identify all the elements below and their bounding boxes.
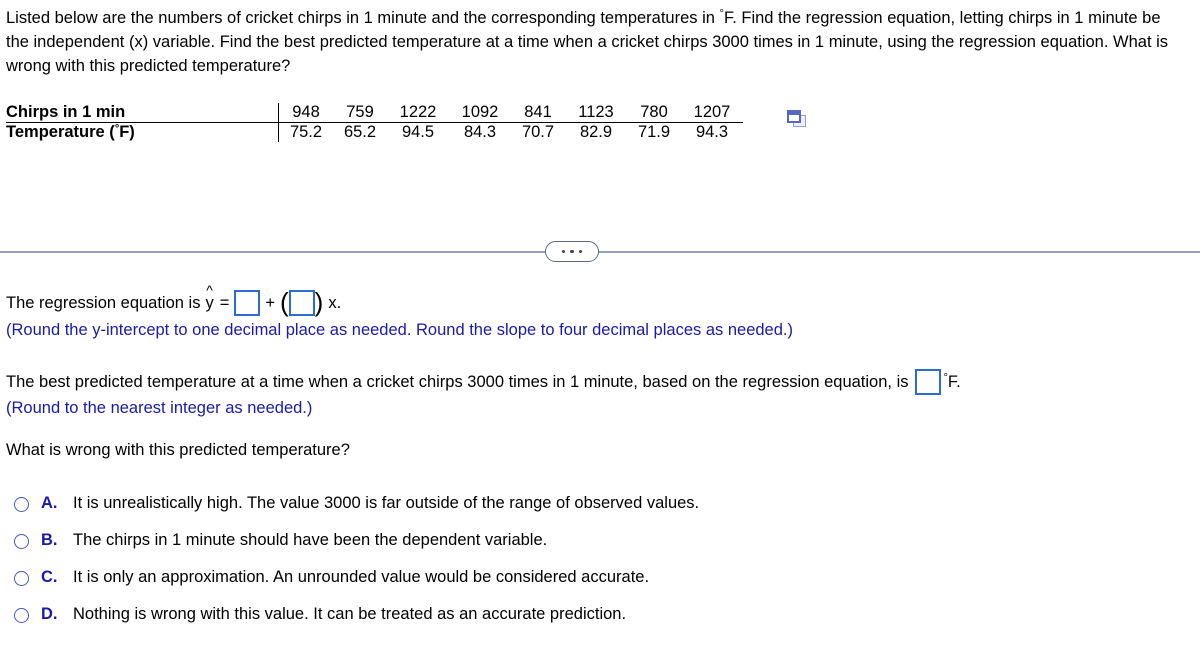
prediction-text: The best predicted temperature at a time… xyxy=(6,372,909,391)
question-page: Listed below are the numbers of cricket … xyxy=(0,0,1200,650)
cell-chirps-1: 759 xyxy=(333,103,387,123)
degree-fahrenheit-unit: °F. xyxy=(944,372,961,392)
data-table-container: Chirps in 1 min 948 759 1222 1092 841 11… xyxy=(6,103,826,142)
cell-chirps-3: 1092 xyxy=(449,103,511,123)
ellipsis-icon[interactable] xyxy=(545,241,599,262)
cell-temp-1: 65.2 xyxy=(343,123,377,141)
ellipsis-dot-1 xyxy=(561,249,566,254)
cell-chirps-0: 948 xyxy=(278,103,333,123)
table-row-temperature: Temperature (°F) 75.2 65.2 94.5 84.3 70.… xyxy=(6,122,743,142)
cell-temp-3: 84.3 xyxy=(463,123,497,141)
answer-options: A. It is unrealistically high. The value… xyxy=(14,494,1114,642)
rounding-hint-equation: (Round the y-intercept to one decimal pl… xyxy=(6,321,793,339)
cell-temp-7: 94.3 xyxy=(695,123,729,141)
cell-temp-0: 75.2 xyxy=(289,123,323,141)
option-letter-c: C. xyxy=(41,568,58,586)
cell-chirps-7: 1207 xyxy=(681,103,743,123)
problem-statement: Listed below are the numbers of cricket … xyxy=(6,6,1186,78)
y-hat-symbol: ^ y xyxy=(204,283,214,313)
equation-prefix: The regression equation is xyxy=(6,293,201,312)
cell-temp-2: 94.5 xyxy=(401,123,435,141)
option-text-a: It is unrealistically high. The value 30… xyxy=(73,494,700,512)
cell-temp-5: 82.9 xyxy=(579,123,613,141)
temperature-label-suffix: F) xyxy=(119,123,135,141)
radio-button-b[interactable] xyxy=(14,534,29,549)
rounding-hint-prediction: (Round to the nearest integer as needed.… xyxy=(6,399,313,417)
temperature-label-prefix: Temperature ( xyxy=(6,123,115,141)
radio-button-d[interactable] xyxy=(14,608,29,623)
copy-icon-front-sheet xyxy=(787,110,801,123)
option-d[interactable]: D. Nothing is wrong with this value. It … xyxy=(14,605,1114,642)
ellipsis-dot-3 xyxy=(578,249,583,254)
cell-chirps-6: 780 xyxy=(627,103,681,123)
row-label-temperature: Temperature (°F) xyxy=(6,122,279,142)
predicted-temperature-line: The best predicted temperature at a time… xyxy=(6,369,961,395)
option-letter-b: B. xyxy=(41,531,58,549)
cell-chirps-2: 1222 xyxy=(387,103,449,123)
table-row-chirps: Chirps in 1 min 948 759 1222 1092 841 11… xyxy=(6,103,743,123)
radio-button-a[interactable] xyxy=(14,497,29,512)
ellipsis-dot-2 xyxy=(570,249,574,254)
sub-question-text: What is wrong with this predicted temper… xyxy=(6,441,350,459)
problem-text-part1: Listed below are the numbers of cricket … xyxy=(6,9,720,27)
y-intercept-input[interactable] xyxy=(234,290,261,316)
open-paren: ( xyxy=(279,287,289,317)
option-text-c: It is only an approximation. An unrounde… xyxy=(73,568,650,586)
cell-temp-6: 71.9 xyxy=(637,123,671,141)
option-b[interactable]: B. The chirps in 1 minute should have be… xyxy=(14,531,1114,568)
data-table: Chirps in 1 min 948 759 1222 1092 841 11… xyxy=(6,103,743,142)
equals-sign: = xyxy=(219,293,230,312)
regression-equation-line: The regression equation is ^ y = + ( ) x. xyxy=(6,283,342,317)
option-c[interactable]: C. It is only an approximation. An unrou… xyxy=(14,568,1114,605)
option-text-d: Nothing is wrong with this value. It can… xyxy=(73,605,627,623)
plus-sign: + xyxy=(265,293,275,312)
x-variable-suffix: x. xyxy=(328,293,342,312)
option-letter-d: D. xyxy=(41,605,58,623)
section-divider xyxy=(0,241,1200,263)
option-text-b: The chirps in 1 minute should have been … xyxy=(73,531,548,549)
predicted-temperature-input[interactable] xyxy=(914,369,941,395)
row-label-chirps: Chirps in 1 min xyxy=(6,103,279,123)
fahrenheit-letter: F. xyxy=(947,372,961,391)
slope-input[interactable] xyxy=(288,290,315,316)
hat-accent: ^ xyxy=(206,281,213,298)
copy-to-spreadsheet-icon[interactable] xyxy=(786,110,808,130)
option-letter-a: A. xyxy=(41,494,58,512)
cell-chirps-4: 841 xyxy=(511,103,565,123)
cell-chirps-5: 1123 xyxy=(565,103,627,123)
option-a[interactable]: A. It is unrealistically high. The value… xyxy=(14,494,1114,531)
cell-temp-4: 70.7 xyxy=(521,123,555,141)
radio-button-c[interactable] xyxy=(14,571,29,586)
close-paren: ) xyxy=(314,287,324,317)
divider-rule xyxy=(0,251,1200,253)
